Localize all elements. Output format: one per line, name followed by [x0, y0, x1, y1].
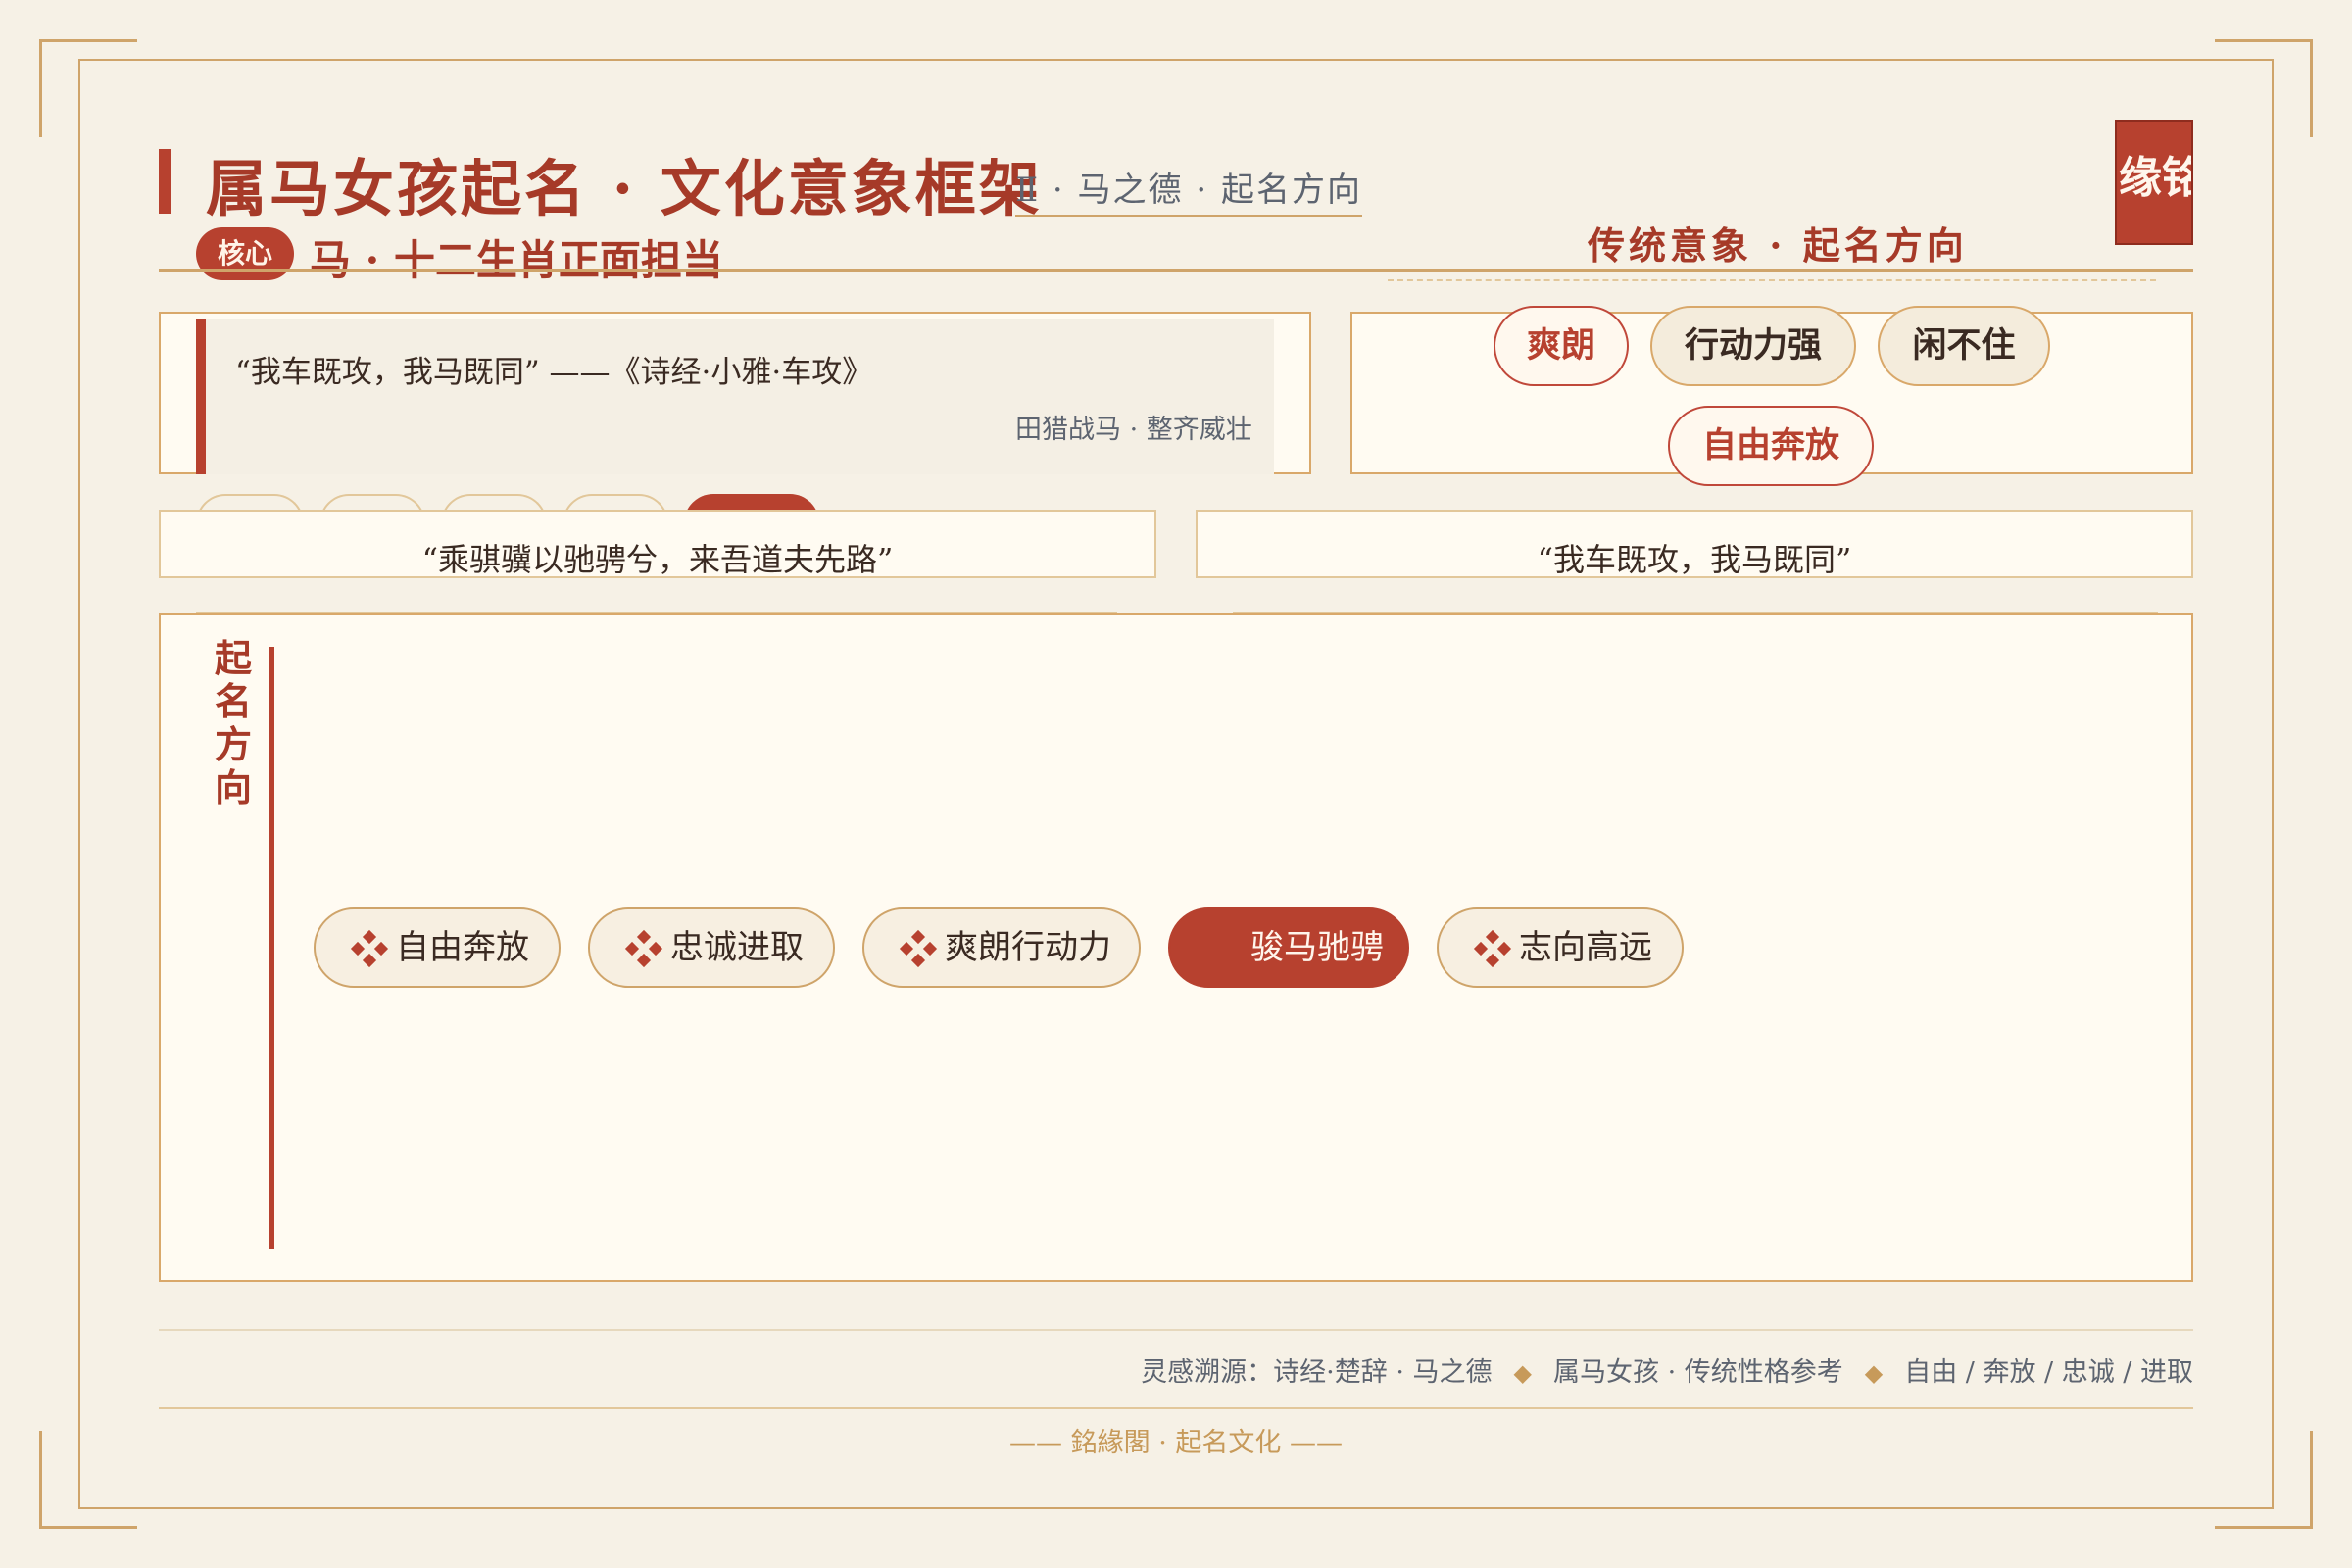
quote-card [196, 319, 1274, 474]
dashed-divider [1388, 279, 2156, 281]
trait-pill[interactable]: 爽朗 [1494, 306, 1629, 386]
title-accent-bar [159, 149, 172, 214]
direction-chip[interactable]: 志向高远 [1437, 907, 1684, 988]
footer-sources: 灵感溯源：诗经·楚辞 · 马之德 ◆ 属马女孩 · 传统性格参考 ◆ 自由 / 奔放 /… [159, 1350, 2193, 1389]
trait-pill[interactable]: 自由奔放 [1668, 406, 1874, 486]
direction-chip-active[interactable]: 骏马驰骋 [1168, 907, 1409, 988]
direction-chip-label: 忠诚进取 [670, 928, 804, 967]
diamond-cluster-icon [1473, 929, 1512, 968]
verse-strip: “乘骐骥以驰骋兮，来吾道夫先路” [159, 510, 1156, 578]
corner-ornament [39, 39, 137, 137]
direction-chip[interactable]: 自由奔放 [314, 907, 561, 988]
direction-chip-label: 志向高远 [1519, 928, 1652, 967]
trait-pill[interactable]: 闲不住 [1878, 306, 2050, 386]
directions-label: 起名方向 [214, 636, 252, 809]
diamond-cluster-icon [624, 929, 663, 968]
diamond-icon: ◆ [1864, 1359, 1884, 1387]
diamond-icon: ◆ [1513, 1359, 1532, 1387]
verse-strip: “我车既攻，我马既同” [1196, 510, 2193, 578]
traditional-section-title: 传统意象 · 起名方向 [1588, 223, 1968, 268]
quote-note: 田猎战马 · 整齐威壮 [1015, 415, 1252, 445]
direction-chip-label: 爽朗行动力 [945, 928, 1111, 967]
footer-source: 灵感溯源：诗经·楚辞 · 马之德 [1141, 1357, 1493, 1388]
page-title: 属马女孩起名 · 文化意象框架 [206, 153, 1043, 224]
footer-divider [159, 1407, 2193, 1409]
seal-stamp: 缘铭 [2115, 120, 2193, 245]
verse-text: “乘骐骥以驰骋兮，来吾道夫先路” [421, 541, 894, 578]
direction-chip-label: 骏马驰骋 [1250, 928, 1384, 967]
footer-reference: 属马女孩 · 传统性格参考 [1552, 1357, 1843, 1388]
core-heading: 马 · 十二生肖正面担当 [310, 236, 723, 284]
direction-chip[interactable]: 爽朗行动力 [862, 907, 1141, 988]
direction-chip-label: 自由奔放 [396, 928, 529, 967]
verse-text: “我车既攻，我马既同” [1537, 541, 1852, 578]
corner-ornament [2215, 39, 2313, 137]
trait-pill[interactable]: 行动力强 [1650, 306, 1856, 386]
diamond-cluster-icon [899, 929, 938, 968]
brand-signature: —— 銘緣閣 · 起名文化 —— [1009, 1428, 1343, 1458]
directions-accent-bar [270, 647, 274, 1249]
footer-keywords: 自由 / 奔放 / 忠诚 / 进取 [1904, 1357, 2193, 1388]
diamond-cluster-icon [350, 929, 389, 968]
header-divider [159, 269, 2193, 272]
quote-text: “我车既攻，我马既同” ——《诗经·小雅·车攻》 [235, 355, 873, 390]
footer-divider [159, 1329, 2193, 1331]
page-subtitle: Ⅱ · 马之德 · 起名方向 [1015, 163, 1362, 217]
direction-chip[interactable]: 忠诚进取 [588, 907, 835, 988]
